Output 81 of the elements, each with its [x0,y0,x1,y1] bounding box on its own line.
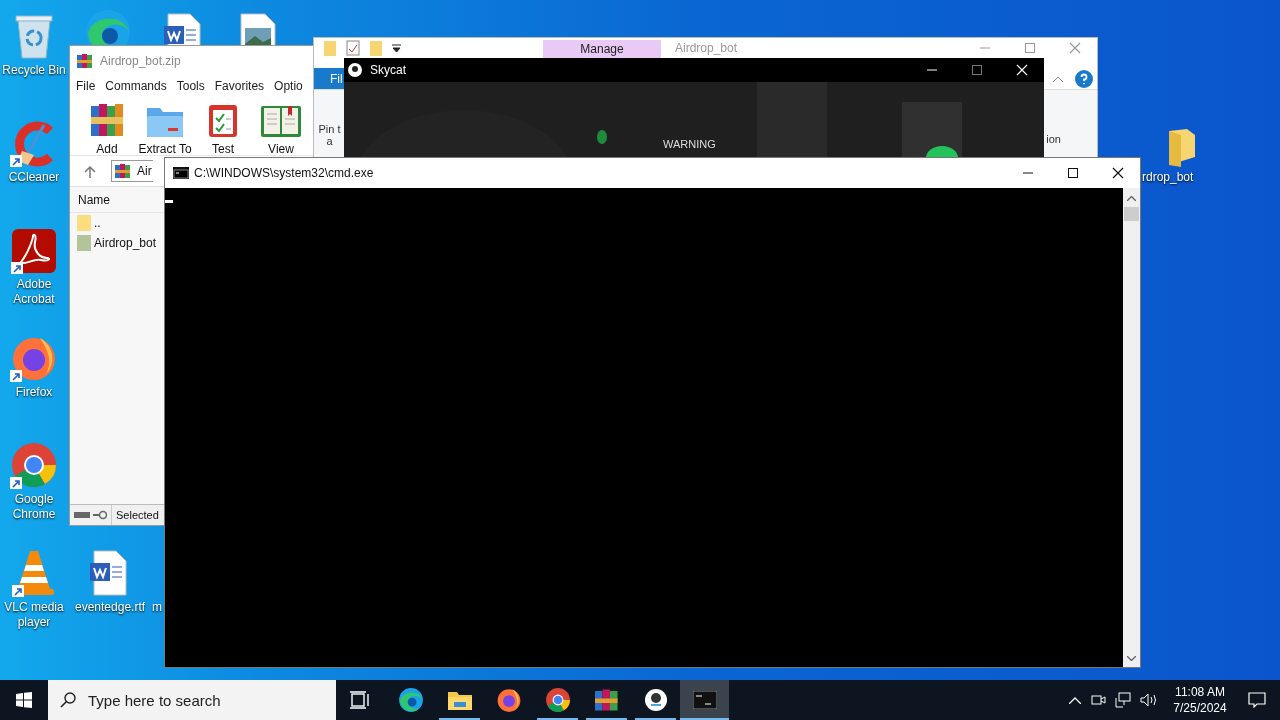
chrome-icon [10,441,58,489]
word-document-icon [88,549,128,597]
app-logo-icon [348,63,362,77]
folder-icon [77,235,91,251]
scroll-thumb[interactable] [1124,207,1139,221]
column-header[interactable]: Name [78,190,110,209]
ribbon-label[interactable]: Pin t [318,123,341,135]
clock-time[interactable]: 11:08 AM [1175,684,1225,700]
scroll-up-icon [1127,196,1136,201]
camera-icon [1090,692,1106,708]
console-icon [173,167,189,179]
key-icon [93,510,107,520]
menu-item[interactable]: Commands [105,77,167,95]
console-icon [692,691,717,709]
task-view-icon [350,691,370,709]
drive-icon [74,511,90,519]
file-tab[interactable]: Fil [314,68,344,89]
warning-text: WARNING [663,138,716,150]
menu-item[interactable]: Tools [176,77,205,95]
shortcut-arrow-icon [12,585,24,597]
books-icon [89,102,125,138]
shortcut-arrow-icon [11,262,23,274]
dropdown-icon [392,44,401,52]
properties-icon [346,40,360,56]
firefox-icon [495,687,522,713]
recycle-bin-icon [12,12,56,60]
chrome-icon [544,687,571,713]
path-field[interactable]: Air [111,160,153,182]
clipboard-check-icon [207,102,239,138]
winrar-icon [115,163,131,179]
scrollbar[interactable] [1123,188,1140,667]
close-icon [1068,42,1081,54]
maximize-icon [1067,168,1078,178]
winrar-icon [594,688,619,712]
folder-icon [1167,127,1197,167]
scroll-down-icon [1127,656,1136,661]
collapse-ribbon-icon [1053,75,1063,82]
file-row[interactable]: .. [70,213,164,233]
ribbon-label[interactable]: a [326,135,333,147]
open-book-icon [260,104,302,138]
window-title: Airdrop_bot.zip [100,53,181,70]
chevron-up-icon [1069,696,1081,704]
menu-item[interactable]: Favorites [214,77,265,95]
chat-bubble-icon [1248,692,1266,708]
edge-icon [397,687,424,713]
acrobat-icon [11,228,57,274]
toolbar-button[interactable]: View [252,96,310,158]
context-tab[interactable]: Manage [543,40,661,58]
window-title: Airdrop_bot [675,40,738,57]
up-arrow-icon [84,164,96,178]
desktop-icon-label[interactable]: rdrop_bot [1142,170,1194,185]
clock-date[interactable]: 7/25/2024 [1173,700,1227,716]
window-title: Skycat [370,62,406,79]
menu-item[interactable]: Optio [274,77,303,95]
toolbar-button[interactable]: Extract To [136,96,194,158]
close-icon [1111,167,1124,179]
winrar-icon [77,53,93,69]
folder-icon [77,215,91,231]
menu-item[interactable]: File [76,77,96,95]
ribbon-label[interactable]: ion [1046,90,1097,161]
search-icon [60,692,76,708]
shortcut-arrow-icon [10,370,22,382]
app-logo-icon [644,689,667,711]
shortcut-arrow-icon [10,477,22,489]
file-row[interactable]: Airdrop_bot [70,233,164,253]
taskbar-app-button[interactable] [680,680,729,720]
volume-icon [1140,692,1158,708]
toolbar-button[interactable]: Test [194,96,252,158]
maximize-icon [1024,43,1035,53]
close-icon [1015,64,1028,76]
status-text: Selected [115,507,159,523]
network-icon [1115,692,1131,708]
windows-logo-icon [16,692,32,708]
shortcut-arrow-icon [10,155,22,167]
folder-icon [370,40,382,56]
search-field[interactable]: Type here to search [48,680,336,720]
maximize-icon [971,65,982,75]
window-title: C:\WINDOWS\system32\cmd.exe [194,165,374,182]
folder-icon [324,40,336,56]
folder-icon [447,690,472,710]
toolbar-button[interactable]: Add [78,96,136,158]
